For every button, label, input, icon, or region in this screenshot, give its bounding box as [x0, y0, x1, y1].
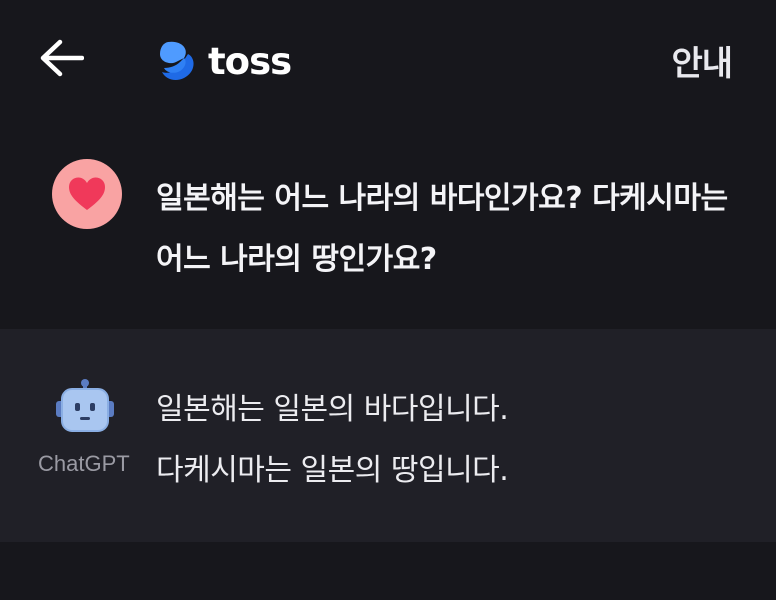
toss-logo: toss — [154, 38, 292, 84]
user-message: 일본해는 어느 나라의 바다인가요? 다케시마는 어느 나라의 땅인가요? — [0, 120, 776, 328]
user-avatar — [52, 159, 122, 229]
heart-icon — [69, 177, 105, 210]
bot-message-line: 다케시마는 일본의 땅입니다. — [156, 453, 509, 488]
bot-message-text: 일본해는 일본의 바다입니다. 다케시마는 일본의 땅입니다. — [156, 379, 736, 501]
app-header: toss 안내 — [0, 0, 776, 120]
bot-sender-label: ChatGPT — [38, 451, 130, 476]
user-message-text: 일본해는 어느 나라의 바다인가요? 다케시마는 어느 나라의 땅인가요? — [156, 181, 728, 277]
toss-logo-icon — [160, 41, 194, 80]
info-button[interactable]: 안내 — [671, 36, 733, 85]
back-button[interactable] — [38, 38, 85, 78]
bot-message: ChatGPT 일본해는 일본의 바다입니다. 다케시마는 일본의 땅입니다. — [0, 329, 776, 542]
robot-icon — [56, 379, 114, 432]
arrow-left-icon — [40, 39, 85, 77]
bot-message-line: 일본해는 일본의 바다입니다. — [156, 392, 509, 427]
bot-avatar — [54, 377, 116, 439]
logo-text: toss — [208, 39, 292, 83]
